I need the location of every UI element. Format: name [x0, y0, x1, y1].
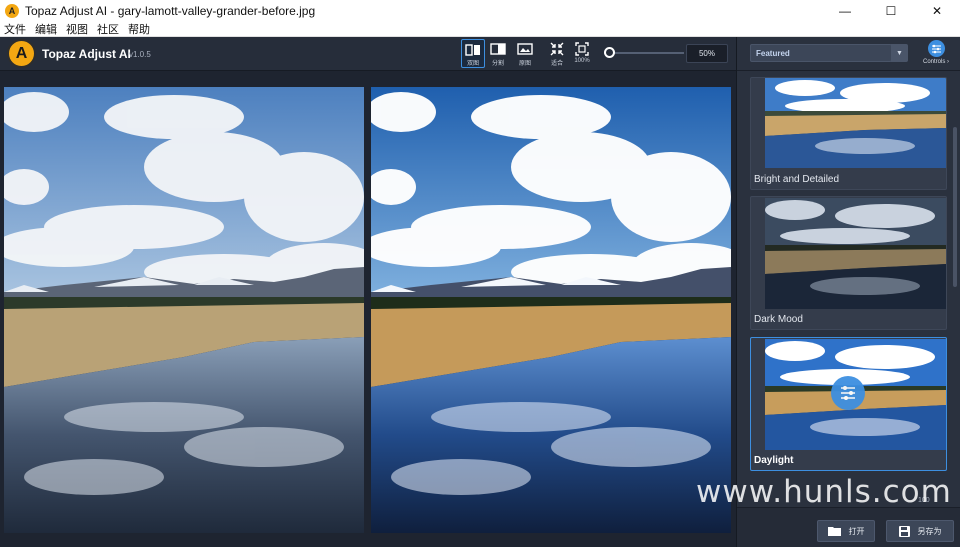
- preset-card[interactable]: Bright and Detailed: [750, 77, 947, 190]
- menu-edit[interactable]: 编辑: [35, 21, 57, 37]
- menu-community[interactable]: 社区: [97, 21, 119, 37]
- menu-file[interactable]: 文件: [4, 21, 26, 37]
- preset-thumbnail: [765, 78, 946, 168]
- fit-screen-icon: [549, 42, 565, 56]
- sidebar-scrollbar[interactable]: [953, 127, 957, 287]
- menu-bar: 文件 编辑 视图 社区 帮助: [0, 22, 960, 37]
- after-image: [371, 87, 731, 533]
- app-name: Topaz Adjust AI: [42, 47, 131, 61]
- zoom-slider-handle[interactable]: [604, 47, 615, 58]
- compare-split-icon: [490, 42, 506, 56]
- actual-size-button[interactable]: 100%: [570, 39, 594, 68]
- menu-view[interactable]: 视图: [66, 21, 88, 37]
- preset-card[interactable]: Dark Mood: [750, 196, 947, 330]
- view-split-button[interactable]: 分割: [486, 39, 510, 68]
- adjust-preset-icon[interactable]: [831, 376, 865, 410]
- save-icon: [898, 525, 910, 537]
- sidebar-header: Featured ▼ Controls ›: [737, 37, 960, 71]
- preset-name: Daylight: [754, 455, 794, 466]
- preset-thumbnail: [765, 198, 946, 309]
- open-button[interactable]: 打开: [817, 520, 875, 542]
- main-toolbar: A Topaz Adjust AI v1.0.5 双图 分割 原图 适合 100…: [0, 37, 736, 71]
- preset-name: Bright and Detailed: [754, 174, 840, 185]
- view-original-button[interactable]: 原图: [513, 39, 537, 68]
- presets-sidebar: Featured ▼ Controls › Bright and Detaile…: [736, 37, 960, 547]
- controls-button[interactable]: Controls ›: [921, 40, 951, 68]
- minimize-button[interactable]: —: [822, 0, 868, 22]
- folder-icon: [827, 526, 841, 536]
- maximize-button[interactable]: ☐: [868, 0, 914, 22]
- sliders-icon: [927, 40, 945, 57]
- preset-card-selected[interactable]: Daylight: [750, 337, 947, 471]
- topaz-logo: A: [7, 39, 36, 68]
- sidebar-footer: 打开 另存为: [737, 507, 960, 547]
- window-title: Topaz Adjust AI - gary-lamott-valley-gra…: [25, 4, 316, 18]
- app-icon: A: [5, 4, 19, 18]
- view-side-by-side-button[interactable]: 双图: [461, 39, 485, 68]
- zoom-value-field[interactable]: 50%: [686, 44, 728, 63]
- fit-to-screen-button[interactable]: 适合: [545, 39, 569, 68]
- chevron-down-icon[interactable]: ▼: [891, 44, 908, 62]
- preset-name: Dark Mood: [754, 314, 803, 325]
- app-version: v1.0.5: [129, 50, 151, 59]
- actual-size-icon: [574, 42, 590, 56]
- zoom-slider-track[interactable]: [604, 52, 684, 54]
- image-canvas: [0, 71, 736, 547]
- before-image: [4, 87, 364, 533]
- menu-help[interactable]: 帮助: [128, 21, 150, 37]
- split-view-icon: [465, 43, 481, 56]
- original-image-icon: [517, 42, 533, 56]
- window-title-bar: A Topaz Adjust AI - gary-lamott-valley-g…: [0, 0, 960, 22]
- close-button[interactable]: ✕: [914, 0, 960, 22]
- watermark-text: www.hunls.com: [696, 474, 952, 510]
- save-as-button[interactable]: 另存为: [886, 520, 954, 542]
- preset-category-select[interactable]: Featured: [750, 44, 892, 62]
